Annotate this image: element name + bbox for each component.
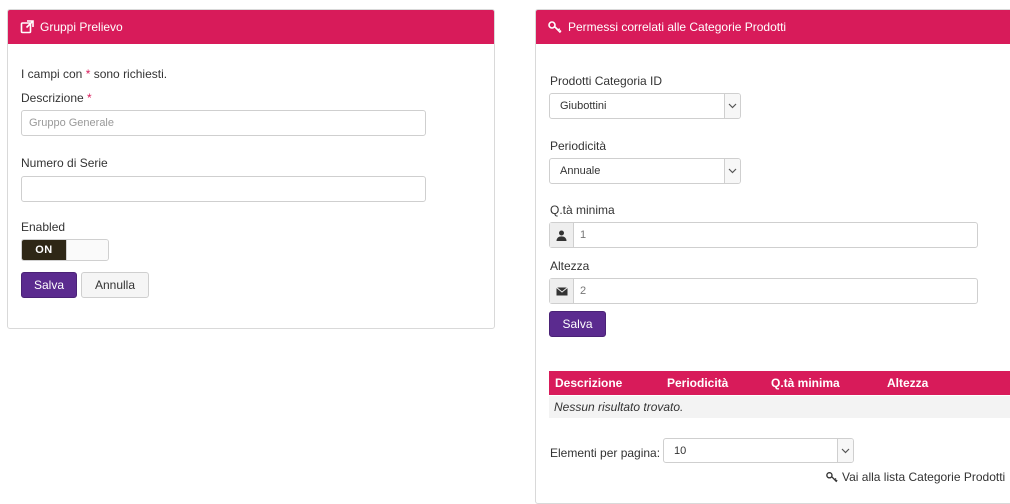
gruppi-prelievo-header: Gruppi Prelievo: [8, 10, 494, 44]
chevron-down-icon: [724, 159, 740, 183]
per-page-value: 10: [674, 444, 687, 457]
categoria-select[interactable]: Giubottini: [549, 93, 741, 119]
toggle-knob: [66, 240, 108, 260]
periodicita-value: Annuale: [560, 165, 601, 177]
permessi-header: Permessi correlati alle Categorie Prodot…: [536, 10, 1010, 44]
envelope-icon: [550, 279, 574, 303]
table-row: Nessun risultato trovato.: [549, 396, 1010, 418]
results-table-header: Descrizione Periodicità Q.tà minima Alte…: [549, 371, 1010, 395]
categoria-value: Giubottini: [560, 100, 607, 112]
descrizione-input[interactable]: [21, 110, 426, 136]
col-qta-minima[interactable]: Q.tà minima: [771, 376, 840, 390]
required-note: I campi con * sono richiesti.: [21, 67, 168, 81]
altezza-label: Altezza: [550, 259, 590, 273]
save-button[interactable]: Salva: [549, 311, 606, 337]
chevron-down-icon: [724, 94, 740, 118]
panel-title: Gruppi Prelievo: [40, 20, 123, 34]
altezza-input[interactable]: 2: [549, 278, 978, 304]
qta-label: Q.tà minima: [550, 203, 615, 217]
col-altezza[interactable]: Altezza: [887, 376, 928, 390]
empty-message: Nessun risultato trovato.: [554, 400, 684, 414]
per-page-select[interactable]: 10: [663, 438, 854, 463]
panel-title: Permessi correlati alle Categorie Prodot…: [568, 20, 787, 34]
enabled-label: Enabled: [21, 220, 66, 234]
key-icon: [826, 471, 838, 483]
col-descrizione[interactable]: Descrizione: [555, 376, 622, 390]
save-button[interactable]: Salva: [21, 272, 77, 298]
altezza-placeholder: 2: [580, 285, 587, 297]
qta-placeholder: 1: [580, 229, 587, 241]
gruppi-prelievo-panel: Gruppi Prelievo I campi con * sono richi…: [7, 9, 495, 329]
list-categorie-link[interactable]: Vai alla lista Categorie Prodotti: [826, 470, 1005, 484]
chevron-down-icon: [837, 439, 853, 462]
numero-serie-input[interactable]: [21, 176, 426, 202]
enabled-toggle[interactable]: ON: [21, 239, 109, 261]
periodicita-label: Periodicità: [550, 139, 607, 153]
categoria-label: Prodotti Categoria ID: [550, 74, 663, 88]
qta-input[interactable]: 1: [549, 222, 978, 248]
numero-serie-label: Numero di Serie: [21, 156, 108, 170]
external-link-icon: [20, 20, 34, 34]
periodicita-select[interactable]: Annuale: [549, 158, 741, 184]
list-link-label: Vai alla lista Categorie Prodotti: [842, 470, 1006, 484]
key-icon: [548, 20, 562, 34]
permessi-panel: Permessi correlati alle Categorie Prodot…: [535, 9, 1010, 504]
toggle-on-label: ON: [22, 240, 66, 260]
per-page-label: Elementi per pagina:: [550, 446, 661, 460]
user-icon: [550, 223, 574, 247]
descrizione-label: Descrizione *: [21, 91, 92, 105]
col-periodicita[interactable]: Periodicità: [667, 376, 728, 390]
cancel-button[interactable]: Annulla: [81, 272, 149, 298]
